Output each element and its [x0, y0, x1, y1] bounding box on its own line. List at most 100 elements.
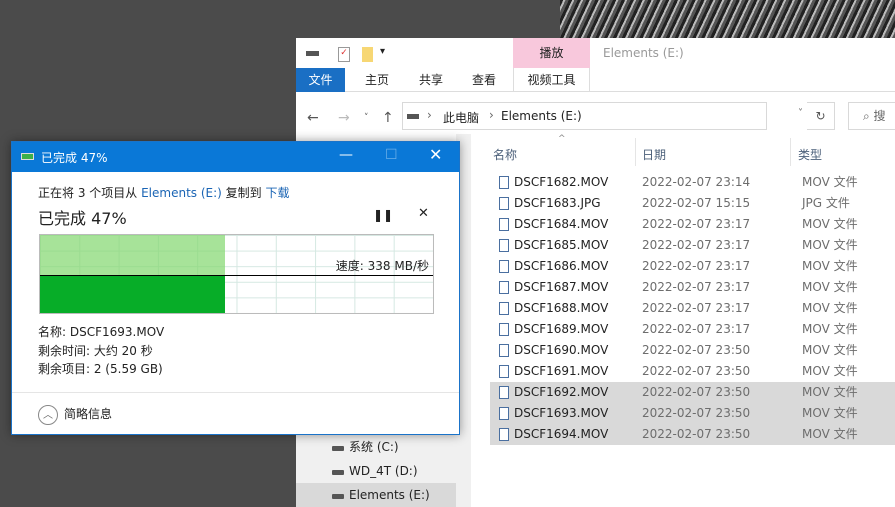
breadcrumb-this-pc[interactable]: 此电脑	[443, 109, 479, 126]
tab-video-tools[interactable]: 视频工具	[513, 68, 590, 92]
file-name: DSCF1689.MOV	[514, 322, 609, 336]
copy-description: 正在将 3 个项目从 Elements (E:) 复制到 下载	[38, 184, 290, 201]
chevron-up-icon: ︿	[38, 404, 58, 425]
file-row[interactable]: DSCF1693.MOV 2022-02-07 23:50 MOV 文件	[490, 403, 895, 424]
copy-progress-dialog: 已完成 47% — ☐ ✕ 正在将 3 个项目从 Elements (E:) 复…	[11, 141, 460, 435]
drive-icon	[407, 114, 419, 119]
file-type: MOV 文件	[802, 406, 858, 420]
file-row[interactable]: DSCF1692.MOV 2022-02-07 23:50 MOV 文件	[490, 382, 895, 403]
less-details-button[interactable]: ︿ 简略信息	[38, 403, 112, 425]
file-type: MOV 文件	[802, 322, 858, 336]
file-type: MOV 文件	[802, 280, 858, 294]
file-icon	[499, 218, 509, 231]
up-icon[interactable]: ↑	[382, 110, 394, 126]
file-date: 2022-02-07 15:15	[642, 196, 751, 210]
address-row: ← → ˅ ↑ › 此电脑 › Elements (E:) ˅ ↻ ⌕ 搜	[296, 100, 895, 132]
file-icon	[499, 239, 509, 252]
file-date: 2022-02-07 23:17	[642, 322, 751, 336]
drive-label: Elements (E:)	[349, 488, 430, 502]
file-icon	[499, 428, 509, 441]
file-date: 2022-02-07 23:14	[642, 175, 751, 189]
tab-file[interactable]: 文件	[296, 68, 345, 92]
sort-ascending-icon: ^	[558, 134, 566, 144]
file-row[interactable]: DSCF1690.MOV 2022-02-07 23:50 MOV 文件	[490, 340, 895, 361]
breadcrumb-elements[interactable]: Elements (E:)	[501, 109, 582, 123]
drive-label: 系统 (C:)	[349, 440, 399, 454]
file-name: DSCF1692.MOV	[514, 385, 609, 399]
items-remaining: 剩余项目: 2 (5.59 GB)	[38, 362, 163, 376]
less-details-label: 简略信息	[64, 407, 113, 421]
file-icon	[499, 407, 509, 420]
recent-dropdown-icon[interactable]: ˅	[364, 113, 369, 123]
properties-icon[interactable]: ✓	[338, 47, 350, 62]
file-icon	[499, 365, 509, 378]
pause-button[interactable]: ❚❚	[373, 208, 393, 222]
file-icon	[499, 302, 509, 315]
file-name: DSCF1686.MOV	[514, 259, 609, 273]
minimize-button[interactable]: —	[339, 147, 353, 163]
dialog-titlebar: 已完成 47% — ☐ ✕	[12, 142, 459, 172]
file-row[interactable]: DSCF1685.MOV 2022-02-07 23:17 MOV 文件	[490, 235, 895, 256]
address-bar[interactable]: › 此电脑 › Elements (E:) ˅	[402, 102, 803, 130]
file-name: DSCF1683.JPG	[514, 196, 601, 210]
tab-play-context[interactable]: 播放	[513, 38, 590, 68]
nav-drive-item[interactable]: 系统 (C:)	[296, 435, 456, 459]
nav-drive-item[interactable]: WD_4T (D:)	[296, 459, 456, 483]
percent-complete: 已完成 47%	[38, 209, 127, 228]
column-date[interactable]: 日期	[642, 146, 666, 163]
file-date: 2022-02-07 23:50	[642, 364, 751, 378]
tab-home[interactable]: 主页	[354, 68, 400, 92]
speed-graph: 速度: 338 MB/秒	[39, 234, 434, 314]
tab-share[interactable]: 共享	[408, 68, 454, 92]
search-input[interactable]: ⌕ 搜	[848, 102, 895, 130]
file-type: MOV 文件	[802, 217, 858, 231]
file-row[interactable]: DSCF1684.MOV 2022-02-07 23:17 MOV 文件	[490, 214, 895, 235]
file-type: MOV 文件	[802, 259, 858, 273]
file-row[interactable]: DSCF1694.MOV 2022-02-07 23:50 MOV 文件	[490, 424, 895, 445]
file-date: 2022-02-07 23:17	[642, 238, 751, 252]
file-row[interactable]: DSCF1683.JPG 2022-02-07 15:15 JPG 文件	[490, 193, 895, 214]
tab-view[interactable]: 查看	[461, 68, 507, 92]
file-date: 2022-02-07 23:17	[642, 217, 751, 231]
file-date: 2022-02-07 23:50	[642, 427, 751, 441]
file-date: 2022-02-07 23:17	[642, 280, 751, 294]
ribbon-tabs: 文件 主页 共享 查看 视频工具	[296, 68, 895, 92]
column-type[interactable]: 类型	[798, 146, 822, 163]
customize-dropdown-icon[interactable]: ▾	[380, 46, 385, 57]
forward-icon[interactable]: →	[338, 110, 350, 126]
file-row[interactable]: DSCF1682.MOV 2022-02-07 23:14 MOV 文件	[490, 172, 895, 193]
file-name: DSCF1688.MOV	[514, 301, 609, 315]
file-type: MOV 文件	[802, 301, 858, 315]
chevron-right-icon: ›	[489, 108, 494, 122]
nav-drive-item[interactable]: Elements (E:)	[296, 483, 456, 507]
close-button[interactable]: ✕	[429, 145, 442, 164]
speed-label: 速度: 338 MB/秒	[335, 259, 429, 273]
file-icon	[499, 197, 509, 210]
back-icon[interactable]: ←	[307, 110, 319, 126]
copy-progress-icon	[21, 153, 34, 160]
file-row[interactable]: DSCF1688.MOV 2022-02-07 23:17 MOV 文件	[490, 298, 895, 319]
file-row[interactable]: DSCF1687.MOV 2022-02-07 23:17 MOV 文件	[490, 277, 895, 298]
drive-icon	[332, 470, 344, 475]
time-remaining: 剩余时间: 大约 20 秒	[38, 344, 153, 358]
refresh-button[interactable]: ↻	[807, 102, 835, 130]
file-row[interactable]: DSCF1691.MOV 2022-02-07 23:50 MOV 文件	[490, 361, 895, 382]
maximize-button[interactable]: ☐	[385, 147, 398, 163]
new-folder-icon[interactable]	[362, 47, 373, 62]
file-icon	[499, 260, 509, 273]
file-icon	[499, 323, 509, 336]
drive-icon	[332, 446, 344, 451]
file-date: 2022-02-07 23:50	[642, 406, 751, 420]
file-row[interactable]: DSCF1689.MOV 2022-02-07 23:17 MOV 文件	[490, 319, 895, 340]
address-dropdown-icon[interactable]: ˅	[798, 108, 803, 119]
destination-link[interactable]: 下载	[266, 186, 290, 200]
drive-icon	[306, 51, 319, 56]
cancel-button[interactable]: ✕	[418, 206, 429, 221]
file-name: DSCF1690.MOV	[514, 343, 609, 357]
file-date: 2022-02-07 23:17	[642, 259, 751, 273]
file-row[interactable]: DSCF1686.MOV 2022-02-07 23:17 MOV 文件	[490, 256, 895, 277]
source-link[interactable]: Elements (E:)	[141, 186, 222, 200]
file-type: MOV 文件	[802, 364, 858, 378]
column-headers: ^ 名称 日期 类型	[490, 134, 895, 172]
column-name[interactable]: 名称	[493, 146, 517, 163]
